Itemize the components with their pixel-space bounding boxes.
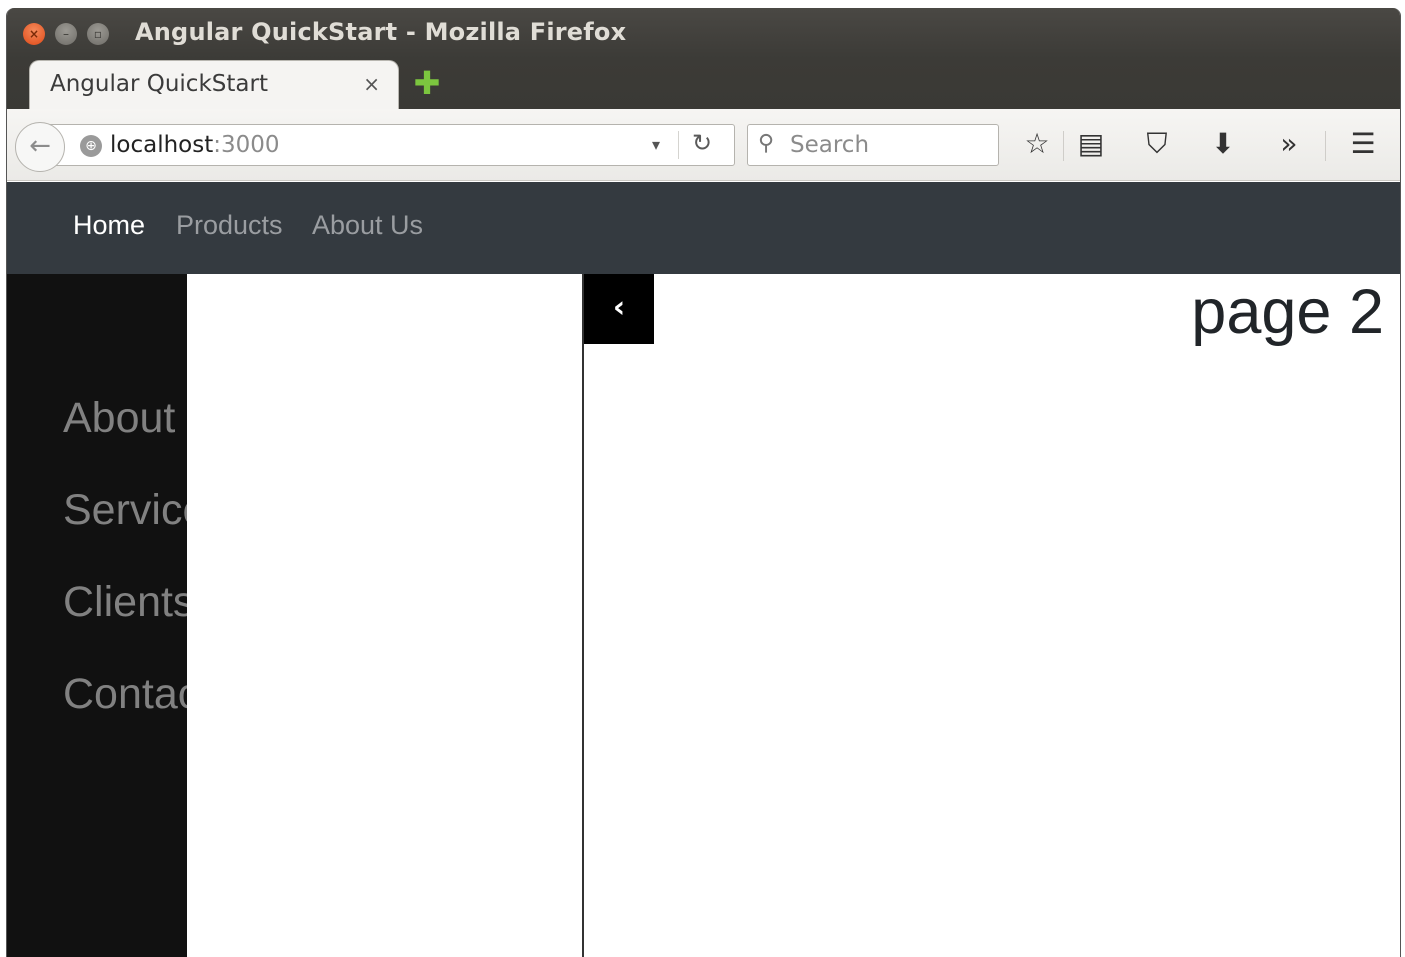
blank-panel xyxy=(187,274,584,957)
search-input[interactable]: ⚲ Search xyxy=(747,124,999,166)
back-button[interactable]: ← xyxy=(15,122,65,172)
url-bar[interactable]: ⊕ localhost:3000 ▾ ↻ xyxy=(45,124,735,166)
search-placeholder: Search xyxy=(790,132,870,158)
new-tab-icon[interactable]: ✚ xyxy=(412,67,442,99)
url-port: :3000 xyxy=(213,132,280,158)
site-navbar: Home Products About Us xyxy=(7,182,1400,274)
sidebar: About Services Clients Contact xyxy=(7,274,187,957)
overflow-chevron-icon[interactable]: » xyxy=(1269,127,1309,160)
url-divider xyxy=(678,131,679,159)
chevron-left-icon: ‹ xyxy=(612,290,626,325)
toolbar-divider xyxy=(1325,131,1326,161)
window-close-button[interactable]: × xyxy=(23,23,45,45)
site-identity-icon[interactable]: ⊕ xyxy=(80,135,102,157)
search-icon: ⚲ xyxy=(758,131,775,156)
reading-list-icon[interactable]: ▤ xyxy=(1071,127,1111,160)
nav-link-home[interactable]: Home xyxy=(73,210,145,241)
toolbar-divider xyxy=(1063,131,1064,161)
page-heading: page 2 xyxy=(1191,277,1384,347)
sidebar-link-contact[interactable]: Contact xyxy=(63,670,187,719)
sidebar-toggle-button[interactable]: ‹ xyxy=(584,274,654,344)
hamburger-menu-icon[interactable]: ☰ xyxy=(1343,127,1383,160)
browser-window: × – ▫ Angular QuickStart - Mozilla Firef… xyxy=(6,8,1401,957)
sidebar-link-clients[interactable]: Clients xyxy=(63,578,187,627)
url-host: localhost xyxy=(110,132,214,158)
nav-link-about-us[interactable]: About Us xyxy=(312,210,423,241)
sidebar-link-about[interactable]: About xyxy=(63,394,175,443)
pocket-icon[interactable]: ⛉ xyxy=(1137,127,1177,161)
url-text[interactable]: localhost:3000 xyxy=(110,132,280,158)
url-history-dropdown-icon[interactable]: ▾ xyxy=(652,135,660,154)
nav-link-products[interactable]: Products xyxy=(176,210,283,241)
window-minimize-button[interactable]: – xyxy=(55,23,77,45)
navigation-toolbar: ⊕ localhost:3000 ▾ ↻ ← ⚲ Search ☆ ▤ ⛉ ⬇ … xyxy=(7,109,1400,181)
tab-close-icon[interactable]: × xyxy=(363,72,380,96)
bookmark-star-icon[interactable]: ☆ xyxy=(1017,127,1057,160)
browser-tab[interactable]: Angular QuickStart × xyxy=(29,60,399,110)
reload-icon[interactable]: ↻ xyxy=(692,129,712,157)
title-bar: × – ▫ Angular QuickStart - Mozilla Firef… xyxy=(7,8,1400,110)
window-title: Angular QuickStart - Mozilla Firefox xyxy=(135,18,627,46)
window-maximize-button[interactable]: ▫ xyxy=(87,23,109,45)
tab-label: Angular QuickStart xyxy=(50,71,268,97)
download-icon[interactable]: ⬇ xyxy=(1203,127,1243,160)
sidebar-link-services[interactable]: Services xyxy=(63,486,187,535)
main-content xyxy=(586,274,1400,957)
